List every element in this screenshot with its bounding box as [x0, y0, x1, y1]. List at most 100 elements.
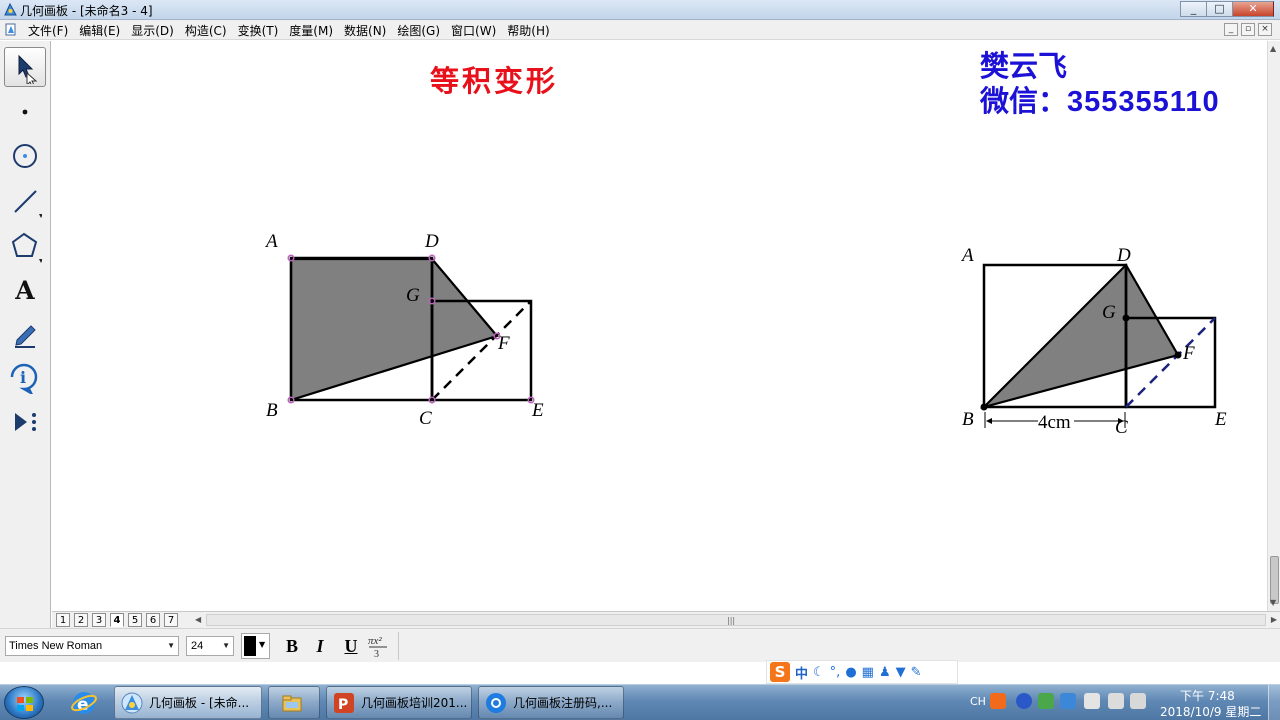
scroll-down-icon[interactable]: ▼	[1270, 598, 1276, 607]
keyboard-icon[interactable]: ▦	[862, 665, 874, 680]
left-label-e[interactable]: E	[531, 400, 544, 421]
menu-transform[interactable]: 变换(T)	[238, 22, 279, 39]
ime-toolbar[interactable]: S 中 ☾ °, ● ▦ ♟ ▼ ✎	[766, 660, 958, 684]
menu-file[interactable]: 文件(F)	[28, 22, 68, 39]
page-tab-7[interactable]: 7	[164, 613, 178, 627]
information-tool[interactable]: i	[4, 358, 46, 398]
right-figure[interactable]: A D G F B C E 4cm	[960, 245, 1227, 438]
language-indicator[interactable]: CH	[970, 695, 986, 708]
doc-minimize-button[interactable]: _	[1224, 23, 1238, 36]
volume-icon[interactable]	[1130, 693, 1146, 709]
straightedge-tool[interactable]	[4, 181, 46, 221]
right-point-b[interactable]	[980, 403, 988, 411]
italic-button[interactable]: I	[308, 634, 332, 658]
start-button[interactable]	[4, 686, 44, 719]
menu-window[interactable]: 窗口(W)	[451, 22, 496, 39]
menu-construct[interactable]: 构造(C)	[185, 22, 227, 39]
doc-restore-button[interactable]: ▫	[1241, 23, 1255, 36]
arrow-select-tool[interactable]	[4, 47, 46, 87]
marker-tool[interactable]	[4, 314, 46, 354]
menu-help[interactable]: 帮助(H)	[507, 22, 549, 39]
right-label-g[interactable]: G	[1102, 302, 1116, 323]
math-format-icon[interactable]: πx² 3	[366, 633, 390, 659]
taskbar-file-explorer[interactable]	[268, 686, 320, 719]
menu-display[interactable]: 显示(D)	[131, 22, 174, 39]
left-label-f[interactable]: F	[497, 333, 510, 354]
geometry-drawing[interactable]: A D G F B C E A D G F B C E 4cm	[52, 41, 1267, 611]
page-tab-2[interactable]: 2	[74, 613, 88, 627]
left-shaded-triangle-bdf[interactable]	[289, 257, 499, 402]
punctuation-icon[interactable]: °,	[830, 665, 841, 680]
ime-mode[interactable]: 中	[795, 663, 808, 682]
bold-button[interactable]: B	[280, 634, 304, 658]
menu-graph[interactable]: 绘图(G)	[397, 22, 440, 39]
right-label-b[interactable]: B	[962, 409, 974, 430]
right-label-a[interactable]: A	[960, 245, 974, 266]
vertical-scroll-thumb[interactable]	[1270, 556, 1279, 604]
internet-explorer-icon[interactable]: e	[70, 689, 98, 717]
right-point-g[interactable]	[1122, 314, 1130, 322]
underline-button[interactable]: U	[339, 634, 363, 658]
right-label-f[interactable]: F	[1182, 343, 1195, 364]
left-label-g[interactable]: G	[406, 285, 420, 306]
left-label-a[interactable]: A	[264, 231, 278, 252]
page-tab-6[interactable]: 6	[146, 613, 160, 627]
network-icon[interactable]	[1108, 693, 1124, 709]
close-button[interactable]: ✕	[1232, 1, 1274, 17]
page-tab-4[interactable]: 4	[110, 613, 124, 627]
right-shaded-triangle-bdf[interactable]	[980, 263, 1180, 410]
scroll-left-icon[interactable]: ◀	[195, 615, 201, 624]
menu-data[interactable]: 数据(N)	[344, 22, 386, 39]
right-label-d[interactable]: D	[1116, 245, 1131, 266]
doc-close-button[interactable]: ×	[1258, 23, 1272, 36]
tray-network-status-icon[interactable]	[1060, 693, 1076, 709]
polygon-tool[interactable]	[4, 226, 46, 266]
right-measure-label[interactable]: 4cm	[1038, 412, 1071, 433]
microphone-icon[interactable]: ●	[845, 665, 856, 680]
clock-date[interactable]: 2018/10/9 星期二	[1160, 703, 1261, 720]
page-tab-5[interactable]: 5	[128, 613, 142, 627]
font-family-select[interactable]: Times New Roman ▼	[5, 636, 179, 656]
right-point-f[interactable]	[1174, 351, 1182, 359]
text-tool[interactable]: A	[4, 270, 46, 310]
minimize-button[interactable]: _	[1180, 1, 1206, 17]
menu-measure[interactable]: 度量(M)	[289, 22, 333, 39]
scroll-grip-icon[interactable]: |||	[727, 616, 735, 625]
text-color-select[interactable]: ▼	[241, 633, 270, 659]
scroll-up-icon[interactable]: ▲	[1270, 44, 1276, 53]
custom-tool[interactable]	[4, 402, 46, 442]
clock-time[interactable]: 下午 7:48	[1180, 687, 1235, 704]
people-icon[interactable]: ♟	[879, 665, 891, 680]
play-more-icon	[15, 413, 36, 431]
left-figure[interactable]: A D G F B C E	[264, 231, 544, 429]
tray-security-icon[interactable]	[1038, 693, 1054, 709]
taskbar-powerpoint[interactable]: P 几何画板培训201...	[326, 686, 472, 719]
document-icon[interactable]	[5, 23, 17, 36]
maximize-button[interactable]: □	[1206, 1, 1232, 17]
moon-icon[interactable]: ☾	[813, 665, 825, 680]
compass-tool[interactable]	[4, 136, 46, 176]
font-size-select[interactable]: 24 ▼	[186, 636, 234, 656]
taskbar-geometry-sketchpad[interactable]: 几何画板 - [未命...	[114, 686, 262, 719]
page-tab-3[interactable]: 3	[92, 613, 106, 627]
horizontal-scrollbar[interactable]: ◀ ||| ▶	[195, 614, 1277, 626]
left-label-c[interactable]: C	[419, 408, 432, 429]
show-desktop-button[interactable]	[1268, 685, 1280, 720]
menu-edit[interactable]: 编辑(E)	[79, 22, 120, 39]
right-label-c[interactable]: C	[1115, 417, 1128, 438]
shirt-icon[interactable]: ▼	[896, 665, 906, 680]
vertical-scrollbar[interactable]: ▲ ▼	[1267, 41, 1280, 611]
scroll-right-icon[interactable]: ▶	[1271, 615, 1277, 624]
tray-app-icon[interactable]	[1016, 693, 1032, 709]
taskbar-browser[interactable]: 几何画板注册码,...	[478, 686, 624, 719]
sogou-logo-icon[interactable]: S	[770, 662, 790, 682]
point-tool[interactable]	[4, 92, 46, 132]
page-tab-1[interactable]: 1	[56, 613, 70, 627]
left-label-b[interactable]: B	[266, 400, 278, 421]
right-label-e[interactable]: E	[1214, 409, 1227, 430]
sketch-canvas[interactable]: 等积变形 樊云飞 微信：355355110 A D G F B C E A D …	[52, 41, 1267, 611]
wrench-icon[interactable]: ✎	[911, 665, 922, 680]
sogou-tray-icon[interactable]	[990, 693, 1006, 709]
left-label-d[interactable]: D	[424, 231, 439, 252]
tray-flag-icon[interactable]	[1084, 693, 1100, 709]
